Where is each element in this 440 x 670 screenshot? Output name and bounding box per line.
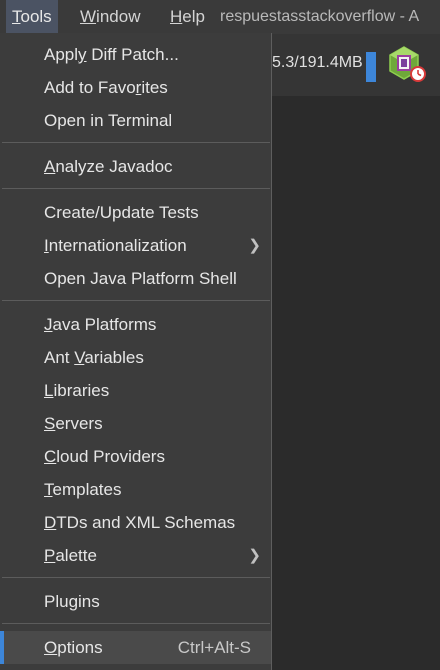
menu-item-label: Apply Diff Patch... (44, 45, 179, 64)
menu-item-ant-variables[interactable]: Ant Variables (0, 341, 271, 374)
menubar-tools[interactable]: Tools (6, 0, 58, 33)
menu-item-label: Plugins (44, 592, 100, 611)
menu-item-shortcut: Ctrl+Alt-S (177, 638, 251, 657)
menu-item-options[interactable]: Options Ctrl+Alt-S (0, 631, 271, 664)
menu-item-label: Templates (44, 480, 122, 499)
menu-item-label: Open in Terminal (44, 111, 173, 130)
menu-item-label: Create/Update Tests (44, 203, 199, 222)
menu-item-plugins[interactable]: Plugins (0, 585, 271, 618)
menu-item-analyze-javadoc[interactable]: Analyze Javadoc (0, 150, 271, 183)
menu-item-open-java-platform-shell[interactable]: Open Java Platform Shell (0, 262, 271, 295)
menu-item-label: Ant Variables (44, 348, 144, 367)
memory-bar (366, 52, 376, 82)
menu-separator (2, 142, 270, 143)
menu-item-open-in-terminal[interactable]: Open in Terminal (0, 104, 271, 137)
tools-menu: Apply Diff Patch... Add to Favorites Open … (0, 33, 272, 670)
menu-item-label: Libraries (44, 381, 110, 400)
menu-item-label: Analyze Javadoc (44, 157, 173, 176)
chevron-right-icon: ❯ (248, 547, 261, 564)
menu-item-label: Add to Favorites (44, 78, 168, 97)
menu-item-cloud-providers[interactable]: Cloud Providers (0, 440, 271, 473)
menubar-help[interactable]: Help (170, 6, 205, 28)
menu-separator (2, 623, 270, 624)
menu-item-internationalization[interactable]: Internationalization ❯ (0, 229, 271, 262)
menu-item-label: DTDs and XML Schemas (44, 513, 236, 532)
menu-item-libraries[interactable]: Libraries (0, 374, 271, 407)
menu-separator (2, 188, 270, 189)
menu-separator (2, 577, 270, 578)
chevron-right-icon: ❯ (248, 237, 261, 254)
menu-item-apply-diff-patch[interactable]: Apply Diff Patch... (0, 38, 271, 71)
menu-item-label: Servers (44, 414, 103, 433)
clock-icon (410, 66, 426, 82)
memory-usage-indicator[interactable]: 5.3/191.4MB (272, 52, 363, 74)
menu-item-create-update-tests[interactable]: Create/Update Tests (0, 196, 271, 229)
menubar-window[interactable]: Window (80, 6, 140, 28)
window-title: respuestasstackoverflow - A (220, 8, 420, 25)
menu-item-templates[interactable]: Templates (0, 473, 271, 506)
menu-item-label: Internationalization (44, 236, 187, 255)
menu-item-label: Palette (44, 546, 97, 565)
menu-item-label: Java Platforms (44, 315, 157, 334)
menu-item-add-to-favorites[interactable]: Add to Favorites (0, 71, 271, 104)
menu-separator (2, 300, 270, 301)
menu-item-palette[interactable]: Palette ❯ (0, 539, 271, 572)
menu-item-label: Options (44, 638, 103, 657)
menu-item-label: Open Java Platform Shell (44, 269, 237, 288)
menu-item-dtds-and-xml-schemas[interactable]: DTDs and XML Schemas (0, 506, 271, 539)
menu-bar: Tools Window Help respuestasstackoverflo… (0, 0, 440, 34)
menu-item-servers[interactable]: Servers (0, 407, 271, 440)
menu-item-java-platforms[interactable]: Java Platforms (0, 308, 271, 341)
menu-item-label: Cloud Providers (44, 447, 165, 466)
